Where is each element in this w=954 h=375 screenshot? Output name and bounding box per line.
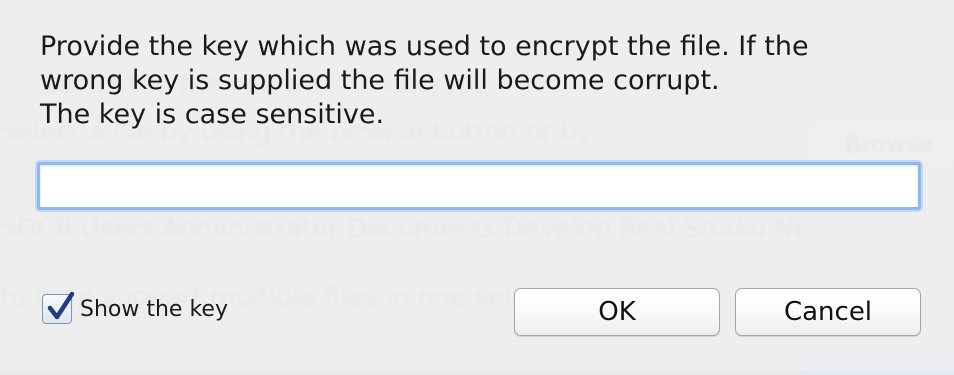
ok-button[interactable]: OK: [514, 288, 720, 336]
show-key-checkbox[interactable]: [42, 291, 75, 324]
message-line: wrong key is supplied the file will beco…: [40, 65, 720, 96]
cancel-button[interactable]: Cancel: [735, 288, 921, 336]
show-key-label: Show the key: [80, 296, 228, 322]
dialog-message: Provide the key which was used to encryp…: [40, 30, 920, 132]
message-line: Provide the key which was used to encryp…: [40, 31, 809, 62]
key-input[interactable]: [37, 162, 921, 210]
encryption-key-dialog: Provide the key which was used to encryp…: [0, 0, 954, 371]
message-line: The key is case sensitive.: [40, 99, 385, 130]
checkmark-icon: [47, 291, 75, 320]
show-key-checkbox-row[interactable]: Show the key: [42, 291, 228, 324]
